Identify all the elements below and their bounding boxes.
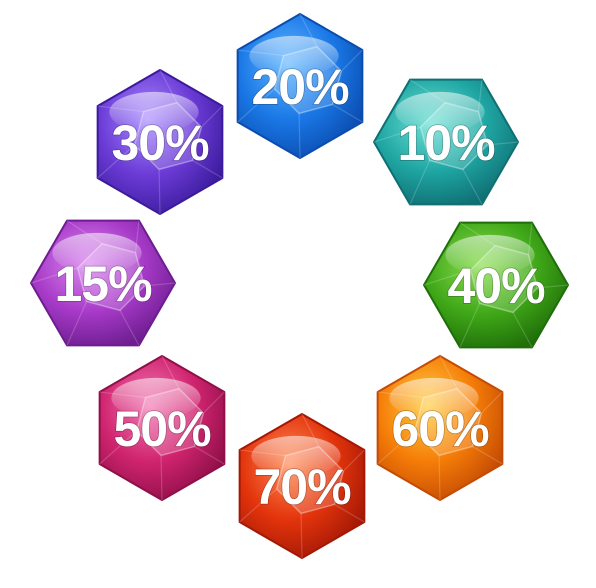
gem-30-percent: 30%	[96, 69, 224, 215]
gem-70-percent: 70%	[238, 413, 366, 559]
gem-label: 30%	[111, 115, 209, 171]
gem-label: 20%	[251, 59, 349, 115]
gem-60-percent: 60%	[376, 355, 504, 501]
gem-label: 10%	[397, 115, 495, 171]
gem-ring: 20% 10% 40% 60% 70% 50% 15% 30%	[30, 13, 569, 559]
gem-label: 50%	[113, 401, 211, 457]
gem-10-percent: 10%	[373, 78, 519, 206]
gem-15-percent: 15%	[30, 219, 176, 347]
gem-50-percent: 50%	[98, 355, 226, 501]
gem-label: 60%	[391, 401, 489, 457]
gem-label: 40%	[447, 258, 545, 314]
gem-40-percent: 40%	[423, 221, 569, 349]
gem-ring-infographic: 20% 10% 40% 60% 70% 50% 15% 30%	[0, 0, 596, 588]
gem-label: 15%	[54, 256, 152, 312]
gem-20-percent: 20%	[236, 13, 364, 159]
gem-label: 70%	[253, 459, 351, 515]
